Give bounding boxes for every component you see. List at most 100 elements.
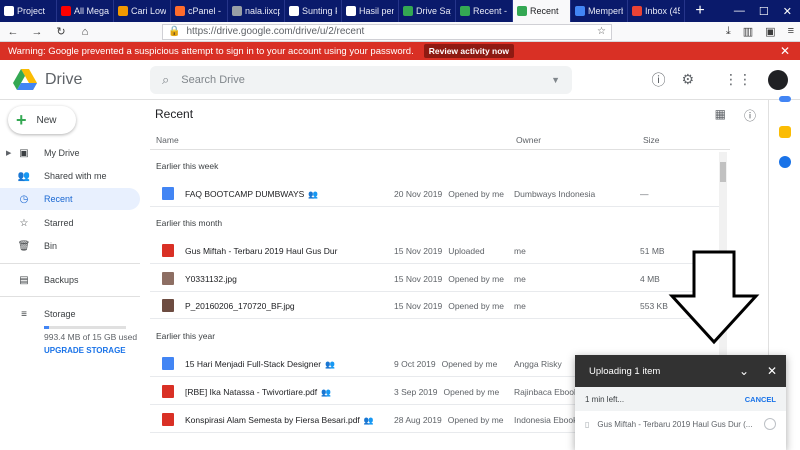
file-name-text: Konspirasi Alam Semesta by Fiersa Besari…	[185, 415, 360, 425]
browser-tab[interactable]: Recent	[513, 0, 571, 22]
file-name[interactable]: 15 Hari Menjadi Full-Stack Designer 👥	[185, 359, 335, 369]
upgrade-storage-link[interactable]: UPGRADE STORAGE	[44, 346, 126, 355]
new-button[interactable]: + New	[8, 106, 76, 134]
review-activity-button[interactable]: Review activity now	[423, 44, 515, 58]
upload-progress-panel: Uploading 1 item ⌄ ✕ 1 min left... CANCE…	[575, 355, 786, 450]
tab-favicon-icon	[346, 6, 356, 16]
close-window-icon[interactable]: ✕	[783, 5, 792, 18]
sidebar-item-starred[interactable]: ☆ Starred	[0, 212, 140, 234]
browser-tab[interactable]: Memperba	[571, 0, 628, 22]
file-owner: me	[514, 246, 526, 256]
sidebar-item-my-drive[interactable]: ▶ ▣ My Drive	[0, 142, 140, 164]
file-name[interactable]: Gus Miftah - Terbaru 2019 Haul Gus Dur	[185, 246, 337, 256]
file-activity: 20 Nov 2019 Opened by me	[394, 189, 504, 199]
browser-tab[interactable]: Drive Saya	[399, 0, 456, 22]
forward-icon[interactable]: →	[30, 25, 44, 39]
shared-people-icon: 👥	[363, 416, 374, 425]
info-icon[interactable]: ⓘ	[744, 107, 756, 124]
close-icon[interactable]: ✕	[780, 44, 790, 58]
column-header: Name Owner Size	[150, 130, 730, 150]
table-row[interactable]: P_20160206_170720_BF.jpg 15 Nov 2019 Opene…	[150, 293, 720, 319]
url-bar[interactable]: 🔒 https://drive.google.com/drive/u/2/rec…	[162, 23, 612, 40]
close-icon[interactable]: ✕	[758, 364, 786, 378]
browser-tab[interactable]: nala.iixcp	[228, 0, 285, 22]
url-text[interactable]: https://drive.google.com/drive/u/2/recen…	[186, 26, 591, 37]
scrollbar-thumb[interactable]	[720, 162, 726, 182]
sidebar-item-label: Bin	[44, 241, 58, 251]
library-icon[interactable]: ▥	[743, 25, 753, 38]
avatar[interactable]	[768, 69, 788, 90]
file-date: 3 Sep 2019	[394, 387, 438, 397]
tab-label: Hasil penc	[359, 6, 394, 16]
sidebar-item-storage[interactable]: ≡ Storage	[0, 303, 140, 325]
sidebar-item-shared[interactable]: 👥 Shared with me	[0, 165, 140, 187]
file-date: 15 Nov 2019	[394, 301, 443, 311]
file-activity: 15 Nov 2019 Uploaded	[394, 246, 485, 256]
chevron-down-icon[interactable]: ⌄	[730, 364, 758, 378]
maximize-icon[interactable]: ☐	[759, 5, 769, 18]
browser-tab[interactable]: All Megan	[57, 0, 114, 22]
drive-logo[interactable]: Drive	[13, 69, 150, 90]
search-input[interactable]: ⌕ Search Drive ▼	[150, 65, 572, 94]
warning-text: Warning: Google prevented a suspicious a…	[8, 45, 414, 57]
browser-nav-bar: ← → ↻ ⌂ 🔒 https://drive.google.com/drive…	[0, 22, 800, 42]
help-icon[interactable]: ⓘ	[651, 70, 665, 90]
browser-tab[interactable]: Hasil penc	[342, 0, 399, 22]
browser-tab[interactable]: cPanel - M	[171, 0, 228, 22]
file-name-text: Gus Miftah - Terbaru 2019 Haul Gus Dur	[185, 246, 338, 256]
sidebar-item-label: Storage	[44, 309, 76, 319]
sidebar-item-recent[interactable]: ◷ Recent	[0, 188, 140, 210]
tab-favicon-icon	[175, 6, 185, 16]
menu-icon[interactable]: ≡	[788, 25, 794, 38]
column-size[interactable]: Size	[643, 135, 660, 145]
cancel-upload-button[interactable]: CANCEL	[745, 395, 776, 404]
tasks-icon[interactable]	[779, 156, 791, 168]
down-arrow-annotation-icon	[668, 250, 760, 345]
upload-title: Uploading 1 item	[589, 365, 661, 377]
doc-file-icon	[162, 187, 174, 200]
table-row[interactable]: Gus Miftah - Terbaru 2019 Haul Gus Dur 15…	[150, 238, 720, 264]
browser-tab[interactable]: Cari Lowo	[114, 0, 171, 22]
download-icon[interactable]: ⤓	[726, 25, 731, 38]
search-icon[interactable]: ⌕	[162, 72, 169, 88]
file-action: Opened by me	[443, 387, 500, 397]
sidebar-item-label: Recent	[44, 194, 73, 204]
file-name[interactable]: [RBE] Ika Natassa - Twivortiare.pdf 👥	[185, 387, 331, 397]
calendar-icon[interactable]	[779, 96, 791, 102]
browser-tab[interactable]: Inbox (452	[628, 0, 685, 22]
file-action: Opened by me	[447, 415, 504, 425]
new-tab-button[interactable]: +	[685, 0, 715, 22]
search-options-icon[interactable]: ▼	[551, 75, 560, 85]
sidebar-item-bin[interactable]: 🗑 Bin	[0, 235, 140, 257]
file-name[interactable]: Konspirasi Alam Semesta by Fiersa Besari…	[185, 415, 374, 425]
tab-label: Sunting P	[302, 6, 337, 16]
progress-spinner-icon	[764, 418, 776, 430]
back-icon[interactable]: ←	[6, 25, 20, 39]
gear-icon[interactable]: ⚙	[681, 71, 694, 88]
minimize-icon[interactable]: —	[734, 5, 745, 17]
sidebar-item-backups[interactable]: ▤ Backups	[0, 269, 140, 291]
home-icon[interactable]: ⌂	[78, 25, 92, 39]
apps-grid-icon[interactable]: ⋮⋮	[724, 71, 752, 88]
sidebar-toggle-icon[interactable]: ▣	[765, 25, 775, 38]
file-action: Opened by me	[448, 189, 504, 199]
bookmark-star-icon[interactable]: ☆	[597, 26, 606, 37]
file-name[interactable]: P_20160206_170720_BF.jpg	[185, 301, 295, 311]
table-row[interactable]: FAQ BOOTCAMP DUMBWAYS 👥 20 Nov 2019 Opened …	[150, 181, 720, 207]
grid-view-icon[interactable]: ▦	[715, 107, 726, 124]
trash-icon: 🗑	[17, 240, 31, 252]
column-owner[interactable]: Owner	[516, 135, 541, 145]
keep-icon[interactable]	[779, 126, 791, 138]
file-size: —	[640, 189, 649, 199]
file-owner: me	[514, 274, 526, 284]
browser-tab[interactable]: Sunting P	[285, 0, 342, 22]
column-name[interactable]: Name	[156, 135, 179, 145]
expand-arrow-icon[interactable]: ▶	[6, 149, 11, 157]
reload-icon[interactable]: ↻	[54, 25, 68, 39]
browser-tab[interactable]: Recent - G	[456, 0, 513, 22]
file-name[interactable]: Y0331132.jpg	[185, 274, 237, 284]
browser-tab[interactable]: Project	[0, 0, 57, 22]
storage-progress-fill	[44, 326, 50, 329]
table-row[interactable]: Y0331132.jpg 15 Nov 2019 Opened by me me 4 M…	[150, 266, 720, 292]
file-name[interactable]: FAQ BOOTCAMP DUMBWAYS 👥	[185, 189, 318, 199]
